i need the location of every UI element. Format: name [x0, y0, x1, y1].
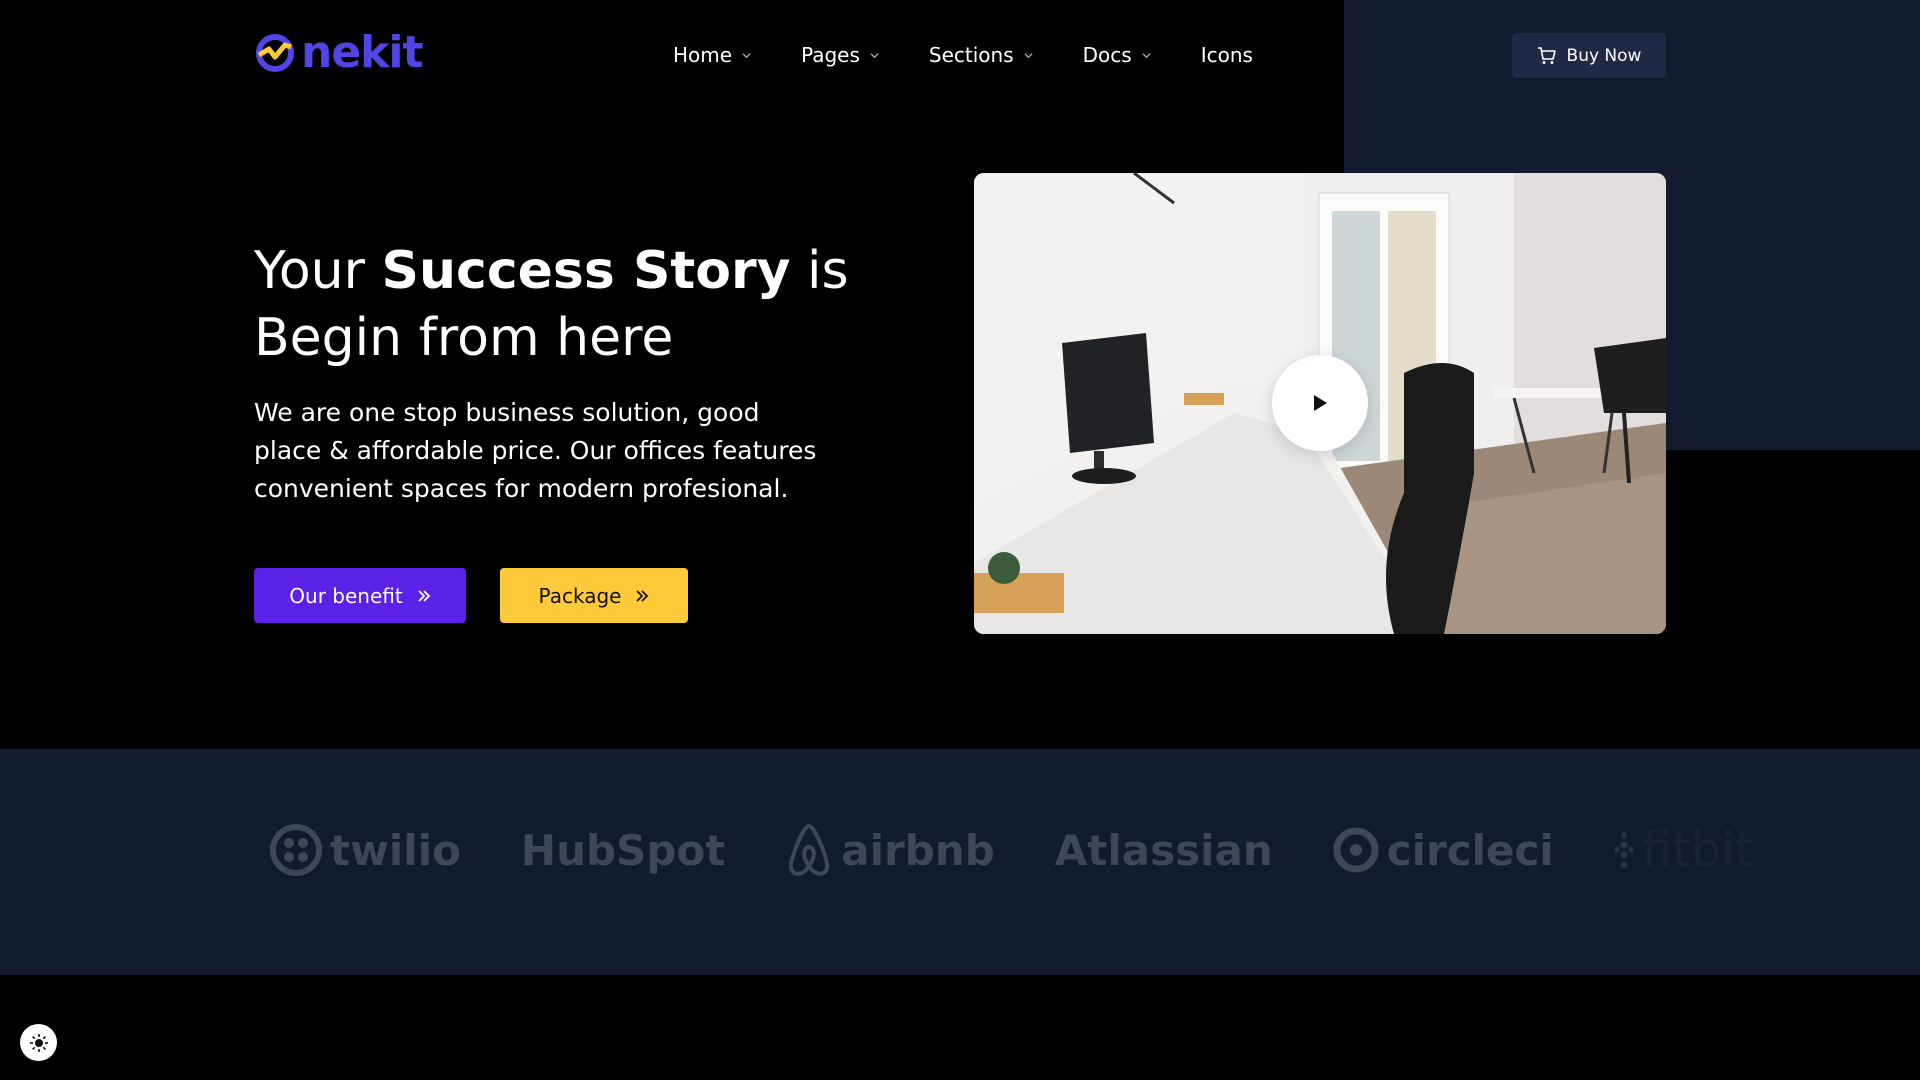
brand-circleci: circleci: [1333, 815, 1554, 885]
fitbit-logo-icon: [1614, 832, 1634, 868]
play-icon: [1314, 395, 1327, 411]
menu-item-label: Pages: [801, 43, 860, 67]
brand-name: twilio: [330, 825, 461, 875]
brand-name: circleci: [1386, 825, 1554, 875]
package-label: Package: [538, 583, 622, 608]
sun-icon: [29, 1033, 48, 1052]
brand-airbnb: airbnb: [785, 815, 995, 885]
our-benefit-label: Our benefit: [289, 583, 403, 608]
brand-atlassian: Atlassian: [1055, 815, 1273, 885]
hero-title-pre: Your: [254, 241, 382, 301]
cart-icon: [1537, 46, 1556, 64]
menu-item-sections[interactable]: Sections: [929, 40, 1033, 70]
airbnb-logo-icon: [789, 823, 830, 876]
brand-name: fitbit: [1641, 822, 1754, 878]
buy-now-label: Buy Now: [1566, 45, 1642, 66]
navbar: nekit Home Pages Sections Docs Icons Buy…: [0, 0, 1920, 112]
our-benefit-button[interactable]: Our benefit: [254, 568, 466, 623]
package-button[interactable]: Package: [500, 568, 688, 623]
play-button[interactable]: [1272, 355, 1368, 451]
theme-toggle-button[interactable]: [20, 1024, 57, 1061]
brand-logos: twilio HubSpot airbnb Atlassian circleci…: [270, 815, 1814, 885]
brand-name: HubSpot: [520, 825, 726, 875]
brand-fitbit: fitbit: [1614, 815, 1754, 885]
menu-item-label: Docs: [1082, 43, 1132, 67]
brand-name: airbnb: [841, 825, 995, 875]
menu-item-docs[interactable]: Docs: [1083, 40, 1151, 70]
menu-item-label: Home: [673, 43, 733, 67]
double-chevron-right-icon: [636, 589, 649, 602]
chevron-down-icon: [870, 52, 879, 58]
main-menu: Home Pages Sections Docs Icons: [673, 40, 1303, 70]
hero-description: We are one stop business solution, good …: [254, 398, 817, 503]
logo-text: nekit: [301, 27, 424, 78]
buy-now-button[interactable]: Buy Now: [1512, 33, 1666, 78]
menu-item-home[interactable]: Home: [673, 40, 751, 70]
circleci-logo-icon: [1333, 827, 1379, 873]
brand-name: Atlassian: [1054, 825, 1273, 875]
menu-item-label: Sections: [928, 43, 1014, 67]
brand-hubspot: HubSpot: [521, 815, 725, 885]
hero-title-bold: Success Story: [381, 241, 791, 301]
logo-mark-icon: [256, 34, 294, 72]
chevron-down-icon: [742, 52, 751, 58]
double-chevron-right-icon: [418, 589, 430, 602]
menu-item-pages[interactable]: Pages: [801, 40, 879, 70]
menu-item-label: Icons: [1200, 43, 1253, 67]
chevron-down-icon: [1024, 52, 1033, 58]
hero-video-thumbnail[interactable]: [974, 173, 1666, 634]
hero-title: Your Success Story is Begin from here: [254, 238, 874, 372]
brand-twilio: twilio: [270, 815, 461, 885]
site-logo[interactable]: nekit: [255, 27, 424, 78]
twilio-logo-icon: [270, 824, 322, 876]
chevron-down-icon: [1142, 52, 1151, 58]
menu-item-icons[interactable]: Icons: [1201, 40, 1253, 70]
